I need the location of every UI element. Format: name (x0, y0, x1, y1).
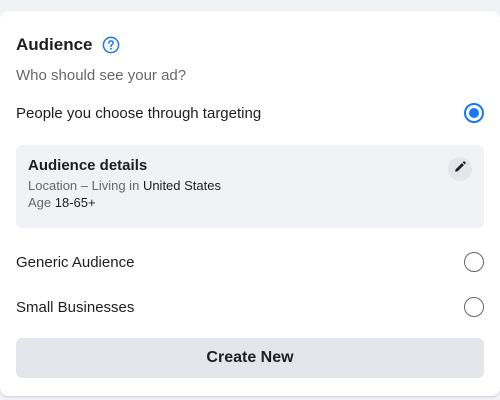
option-targeting[interactable]: People you choose through targeting (16, 103, 484, 123)
radio-dot (469, 108, 479, 118)
help-icon[interactable] (102, 36, 120, 54)
option-small-businesses[interactable]: Small Businesses (16, 297, 484, 317)
edit-audience-button[interactable] (448, 157, 472, 181)
radio-targeting[interactable] (464, 103, 484, 123)
location-line: Location – Living in United States (28, 179, 472, 193)
option-label: People you choose through targeting (16, 104, 262, 122)
audience-title: Audience (16, 35, 93, 54)
audience-details-panel: Audience details Location – Living in Un… (16, 145, 484, 228)
option-label: Small Businesses (16, 298, 135, 316)
audience-card: Audience Who should see your ad? People … (0, 11, 500, 396)
option-label: Generic Audience (16, 253, 135, 271)
audience-subtitle: Who should see your ad? (16, 67, 187, 84)
location-value: United States (142, 178, 221, 193)
radio-generic-audience[interactable] (464, 252, 484, 272)
age-prefix: Age (28, 195, 52, 210)
pencil-icon (454, 160, 466, 178)
audience-header: Audience (16, 35, 120, 55)
age-value: 18-65+ (54, 195, 96, 210)
audience-details-title: Audience details (28, 157, 148, 174)
create-new-button[interactable]: Create New (16, 338, 484, 378)
age-line: Age 18-65+ (28, 196, 472, 210)
location-prefix: Location – Living in (28, 178, 140, 193)
option-generic-audience[interactable]: Generic Audience (16, 252, 484, 272)
radio-small-businesses[interactable] (464, 297, 484, 317)
